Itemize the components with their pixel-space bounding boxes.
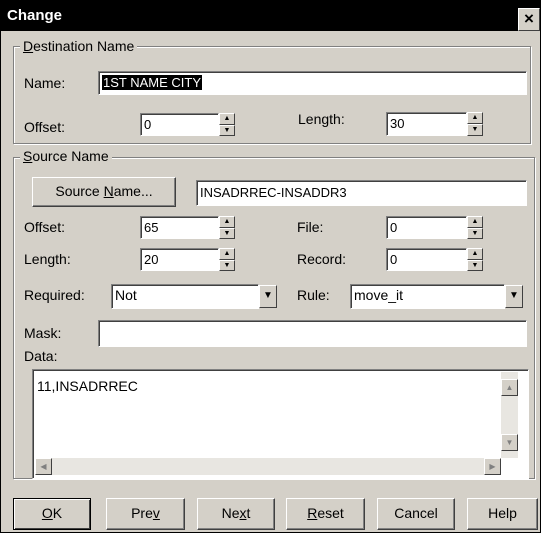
data-text: 11,INSADRREC xyxy=(37,378,138,394)
dest-offset-spinner[interactable]: ▲ ▼ xyxy=(219,113,235,136)
cancel-button[interactable]: Cancel xyxy=(377,498,455,530)
spin-up-icon[interactable]: ▲ xyxy=(467,112,483,124)
dest-name-field[interactable]: 1ST NAME CITY xyxy=(98,71,527,95)
dest-length-spinner[interactable]: ▲ ▼ xyxy=(467,112,483,136)
destination-name-legend: Destination Name xyxy=(20,38,138,54)
source-name-button[interactable]: Source Name... xyxy=(32,177,176,207)
rule-label: Rule: xyxy=(297,287,330,303)
mask-label: Mask: xyxy=(24,325,62,341)
dest-offset-field[interactable]: 0 xyxy=(140,113,219,136)
spin-up-icon[interactable]: ▲ xyxy=(219,248,235,260)
scroll-left-icon[interactable]: ◀ xyxy=(35,458,52,475)
close-button[interactable]: × xyxy=(518,8,540,31)
required-select[interactable]: Not xyxy=(111,284,259,309)
spin-down-icon[interactable]: ▼ xyxy=(467,227,483,239)
dest-name-label: Name: xyxy=(24,75,66,91)
change-dialog: Change × Destination Name Name: 1ST NAME… xyxy=(0,0,541,533)
spin-down-icon[interactable]: ▼ xyxy=(219,259,235,271)
required-dropdown-icon[interactable]: ▼ xyxy=(259,285,277,308)
src-offset-spinner[interactable]: ▲ ▼ xyxy=(219,216,235,239)
reset-button[interactable]: Reset xyxy=(286,498,365,530)
help-button[interactable]: Help xyxy=(467,498,538,530)
src-length-field[interactable]: 20 xyxy=(140,248,219,271)
required-label: Required: xyxy=(24,287,85,303)
spin-down-icon[interactable]: ▼ xyxy=(467,124,483,136)
src-record-label: Record: xyxy=(297,251,347,267)
scroll-right-icon[interactable]: ▶ xyxy=(484,458,501,475)
spin-down-icon[interactable]: ▼ xyxy=(219,124,235,136)
scroll-up-icon[interactable]: ▲ xyxy=(501,379,518,396)
spin-down-icon[interactable]: ▼ xyxy=(467,259,483,271)
source-name-legend: Source Name xyxy=(20,148,112,164)
ok-button[interactable]: OK xyxy=(13,498,91,530)
source-name-field[interactable]: INSADRREC-INSADDR3 xyxy=(196,180,527,206)
spin-up-icon[interactable]: ▲ xyxy=(467,248,483,260)
src-file-spinner[interactable]: ▲ ▼ xyxy=(467,216,483,239)
spin-up-icon[interactable]: ▲ xyxy=(467,216,483,228)
dest-name-value: 1ST NAME CITY xyxy=(102,75,203,90)
src-offset-field[interactable]: 65 xyxy=(140,216,219,239)
src-file-label: File: xyxy=(297,219,324,235)
rule-select[interactable]: move_it xyxy=(350,284,505,309)
src-file-field[interactable]: 0 xyxy=(386,216,467,239)
next-button[interactable]: Next xyxy=(197,498,275,530)
spin-up-icon[interactable]: ▲ xyxy=(219,113,235,125)
spin-down-icon[interactable]: ▼ xyxy=(219,227,235,239)
dest-length-label: Length: xyxy=(298,111,345,127)
mask-field[interactable] xyxy=(98,320,527,347)
src-offset-label: Offset: xyxy=(24,219,65,235)
prev-button[interactable]: Prev xyxy=(106,498,185,530)
horizontal-scrollbar[interactable] xyxy=(35,458,501,475)
scroll-down-icon[interactable]: ▼ xyxy=(501,434,518,451)
data-label: Data: xyxy=(24,348,58,364)
spin-up-icon[interactable]: ▲ xyxy=(219,216,235,228)
src-record-field[interactable]: 0 xyxy=(386,248,467,271)
data-textarea[interactable]: 11,INSADRREC ▲ ▼ ◀ ▶ xyxy=(32,369,529,479)
src-record-spinner[interactable]: ▲ ▼ xyxy=(467,248,483,271)
dest-length-field[interactable]: 30 xyxy=(386,112,467,136)
rule-dropdown-icon[interactable]: ▼ xyxy=(505,285,523,308)
src-length-spinner[interactable]: ▲ ▼ xyxy=(219,248,235,271)
src-length-label: Length: xyxy=(24,251,71,267)
dialog-title: Change xyxy=(7,7,63,24)
title-bar: Change × xyxy=(1,1,540,31)
dest-offset-label: Offset: xyxy=(24,119,65,135)
